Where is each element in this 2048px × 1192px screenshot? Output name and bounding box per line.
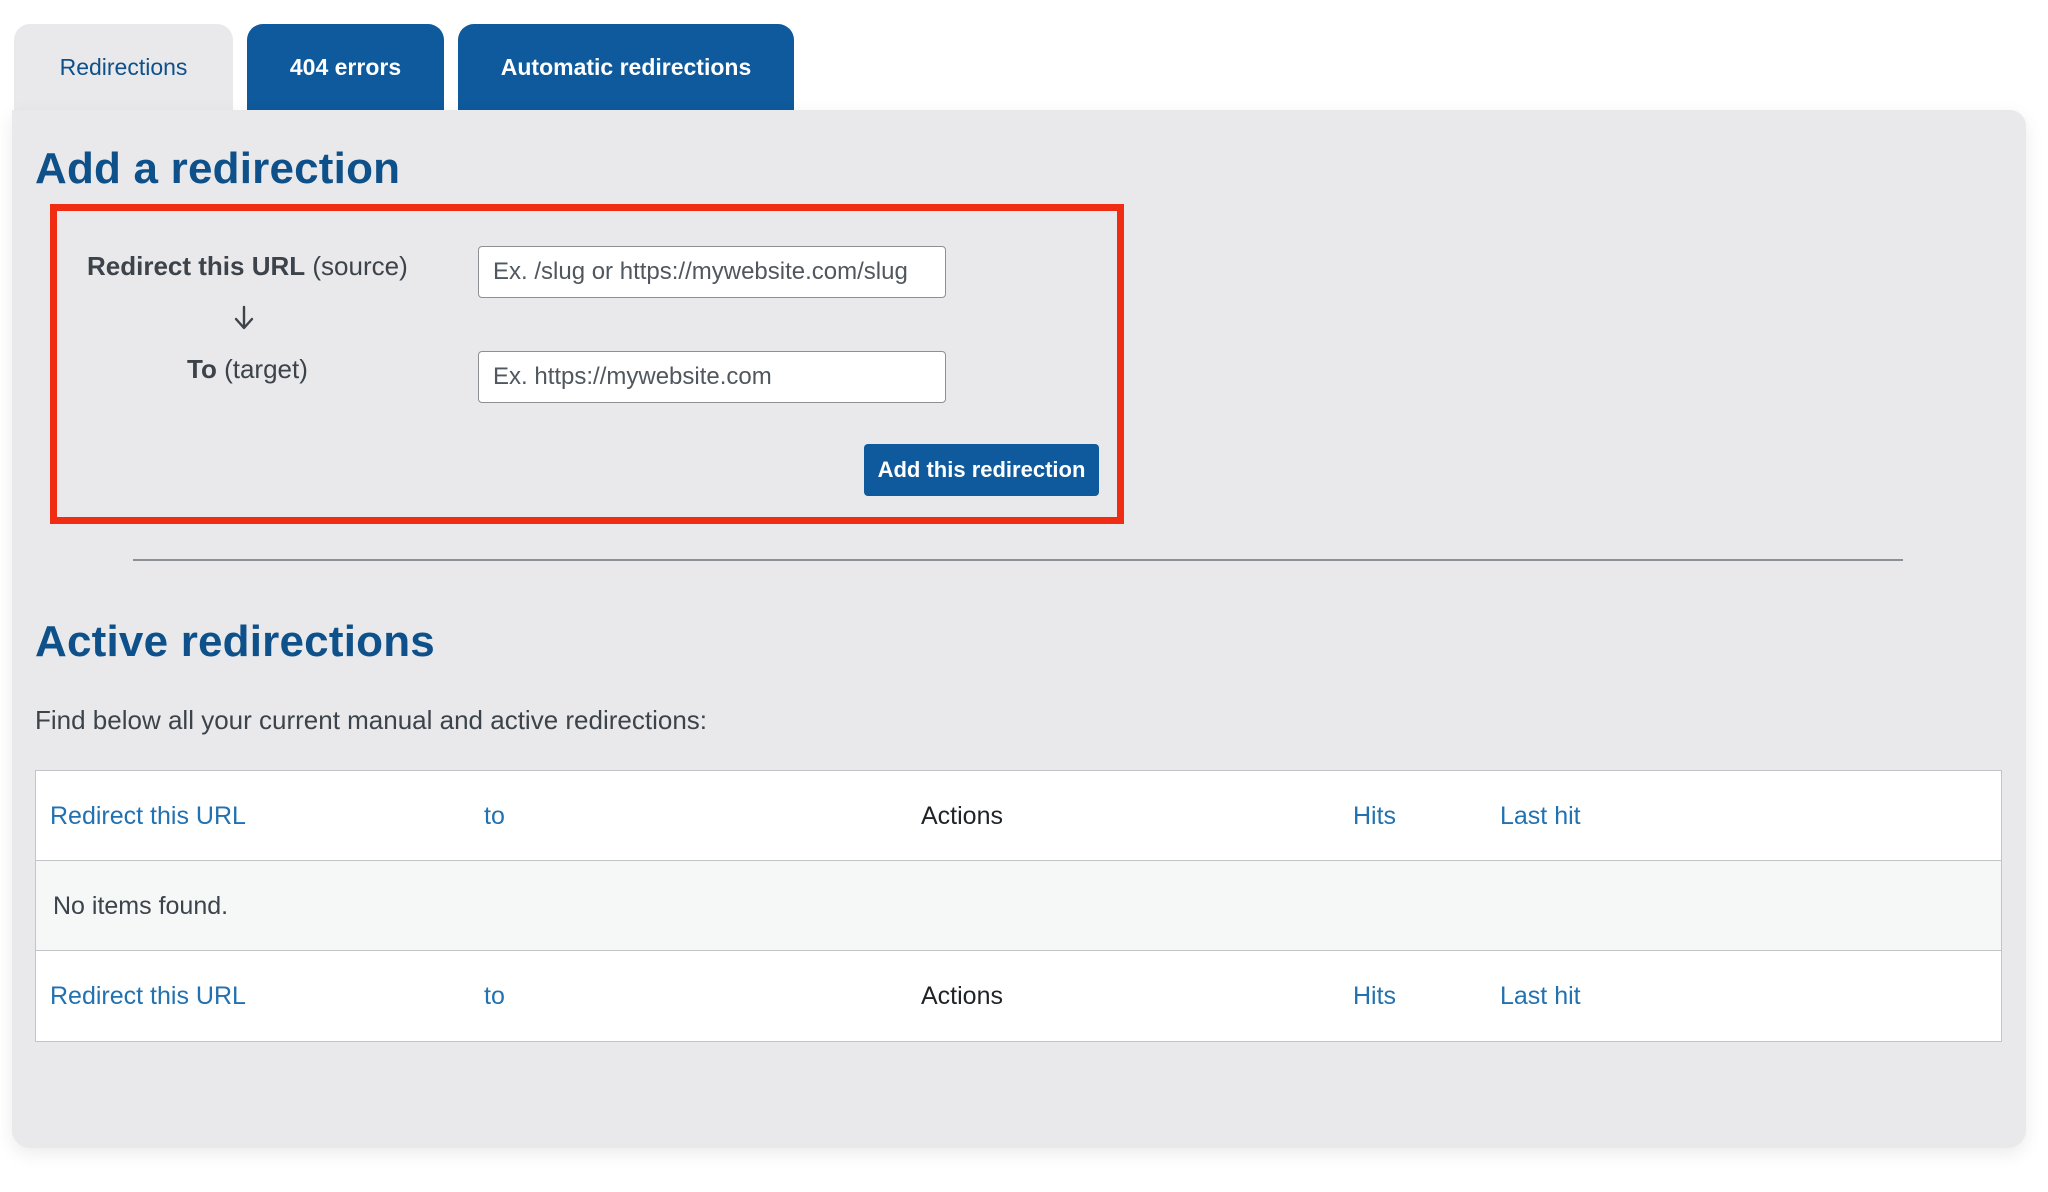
tab-automatic-redirections[interactable]: Automatic redirections (458, 24, 794, 111)
tab-404-errors[interactable]: 404 errors (247, 24, 444, 111)
column-footer-hits[interactable]: Hits (1353, 951, 1396, 1041)
column-footer-actions: Actions (921, 981, 1003, 1010)
column-header-last-hit[interactable]: Last hit (1500, 771, 1581, 861)
arrow-down-icon (234, 305, 254, 330)
table-footer-row: Redirect this URL to Actions Hits Last h… (36, 951, 2001, 1041)
column-footer-source[interactable]: Redirect this URL (50, 951, 246, 1041)
active-redirections-description: Find below all your current manual and a… (35, 705, 708, 735)
add-redirection-title: Add a redirection (35, 144, 401, 193)
add-redirection-button[interactable]: Add this redirection (864, 444, 1099, 496)
empty-message: No items found. (53, 891, 229, 920)
active-redirections-title: Active redirections (35, 617, 435, 666)
column-footer-target[interactable]: to (484, 951, 505, 1041)
column-header-actions: Actions (921, 801, 1003, 830)
source-label-bold: Redirect this URL (87, 251, 306, 281)
target-label-suffix: (target) (216, 354, 308, 384)
column-header-hits[interactable]: Hits (1353, 771, 1396, 861)
source-label: Redirect this URL (source) (87, 251, 408, 282)
table-header-row: Redirect this URL to Actions Hits Last h… (36, 771, 2001, 861)
column-header-target[interactable]: to (484, 771, 505, 861)
redirections-table: Redirect this URL to Actions Hits Last h… (35, 770, 2002, 1042)
source-label-suffix: (source) (305, 251, 408, 281)
target-label: To (target) (187, 354, 308, 385)
main-panel: Add a redirection Redirect this URL (sou… (12, 110, 2026, 1148)
target-label-bold: To (187, 354, 217, 384)
tab-bar: Redirections 404 errors Automatic redire… (14, 24, 794, 111)
target-url-input[interactable] (478, 351, 946, 403)
source-url-input[interactable] (478, 246, 946, 298)
add-redirection-form: Redirect this URL (source) To (target) A… (50, 204, 1124, 524)
tab-redirections[interactable]: Redirections (14, 24, 233, 111)
table-empty-row: No items found. (36, 861, 2001, 951)
section-divider (133, 559, 1903, 561)
column-footer-last-hit[interactable]: Last hit (1500, 951, 1581, 1041)
column-header-source[interactable]: Redirect this URL (50, 771, 246, 861)
